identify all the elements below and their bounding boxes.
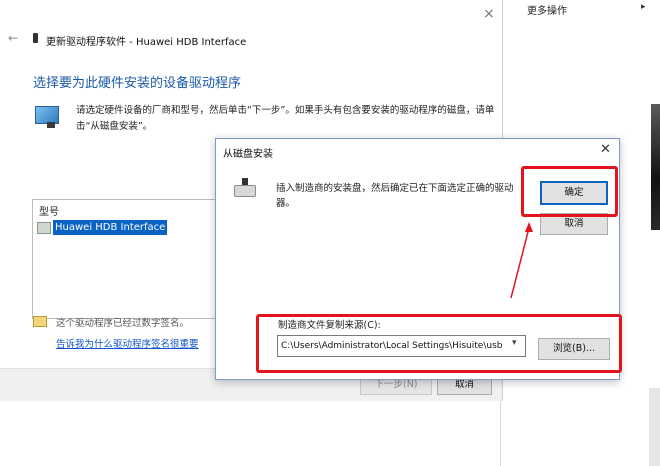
more-actions-label[interactable]: 更多操作 bbox=[527, 2, 567, 17]
certificate-icon bbox=[33, 316, 47, 327]
dialog-title: 从磁盘安装 bbox=[223, 149, 273, 160]
model-list-header: 型号 bbox=[39, 207, 59, 218]
disk-drive-icon bbox=[234, 185, 256, 197]
path-highlight-annotation bbox=[256, 314, 622, 373]
hardware-monitor-stand-icon bbox=[47, 122, 55, 128]
page-heading: 选择要为此硬件安装的设备驱动程序 bbox=[33, 76, 242, 91]
disk-drive-icon-top bbox=[242, 178, 248, 185]
background-scroll-area bbox=[649, 388, 660, 466]
background-thumbnail bbox=[651, 104, 660, 230]
back-arrow-icon[interactable]: ← bbox=[8, 31, 18, 45]
list-item[interactable]: Huawei HDB Interface bbox=[37, 220, 217, 235]
device-item-icon bbox=[37, 222, 51, 234]
device-icon bbox=[33, 33, 38, 43]
window-title: 更新驱动程序软件 - Huawei HDB Interface bbox=[46, 37, 247, 48]
close-icon[interactable]: × bbox=[483, 6, 495, 22]
list-item-label[interactable]: Huawei HDB Interface bbox=[53, 220, 168, 235]
dialog-message: 插入制造商的安装盘，然后确定已在下面选定正确的驱动器。 bbox=[276, 183, 514, 209]
annotation-arrow-icon bbox=[510, 222, 533, 299]
more-actions-arrow-icon[interactable]: ▸ bbox=[641, 2, 646, 12]
ok-highlight-annotation bbox=[521, 166, 618, 217]
instruction-text: 请选定硬件设备的厂商和型号，然后单击“下一步”。如果手头有包含要安装的驱动程序的… bbox=[76, 105, 495, 132]
dialog-close-icon[interactable]: ✕ bbox=[600, 142, 611, 157]
signature-info-link[interactable]: 告诉我为什么驱动程序签名很重要 bbox=[56, 336, 199, 350]
signature-status: 这个驱动程序已经过数字签名。 bbox=[56, 318, 190, 329]
model-list[interactable]: 型号 Huawei HDB Interface bbox=[32, 199, 224, 319]
